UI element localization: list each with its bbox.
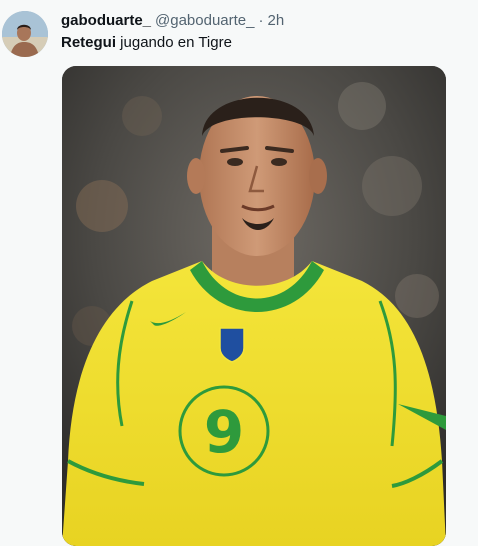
meta-separator: · [258, 12, 264, 29]
author-avatar[interactable] [2, 11, 48, 57]
tweet-timestamp[interactable]: 2h [268, 12, 285, 29]
tweet-card[interactable]: gaboduarte_ @gaboduarte_ · 2h Retegui jugan… [0, 0, 478, 546]
tweet-media-photo[interactable]: 9 [62, 66, 446, 546]
tweet-text: Retegui jugando en Tigre [61, 34, 232, 52]
author-handle[interactable]: @gaboduarte_ [155, 12, 254, 29]
user-avatar-photo-icon [2, 11, 48, 57]
jersey-number: 9 [204, 398, 244, 466]
author-display-name[interactable]: gaboduarte_ [61, 12, 151, 29]
cbf-crest-icon [219, 327, 245, 363]
tweet-text-body: jugando en Tigre [116, 34, 232, 51]
player-photo: 9 [62, 66, 446, 546]
tweet-header: gaboduarte_ @gaboduarte_ · 2h [61, 12, 284, 30]
tweet-text-bold: Retegui [61, 34, 117, 51]
